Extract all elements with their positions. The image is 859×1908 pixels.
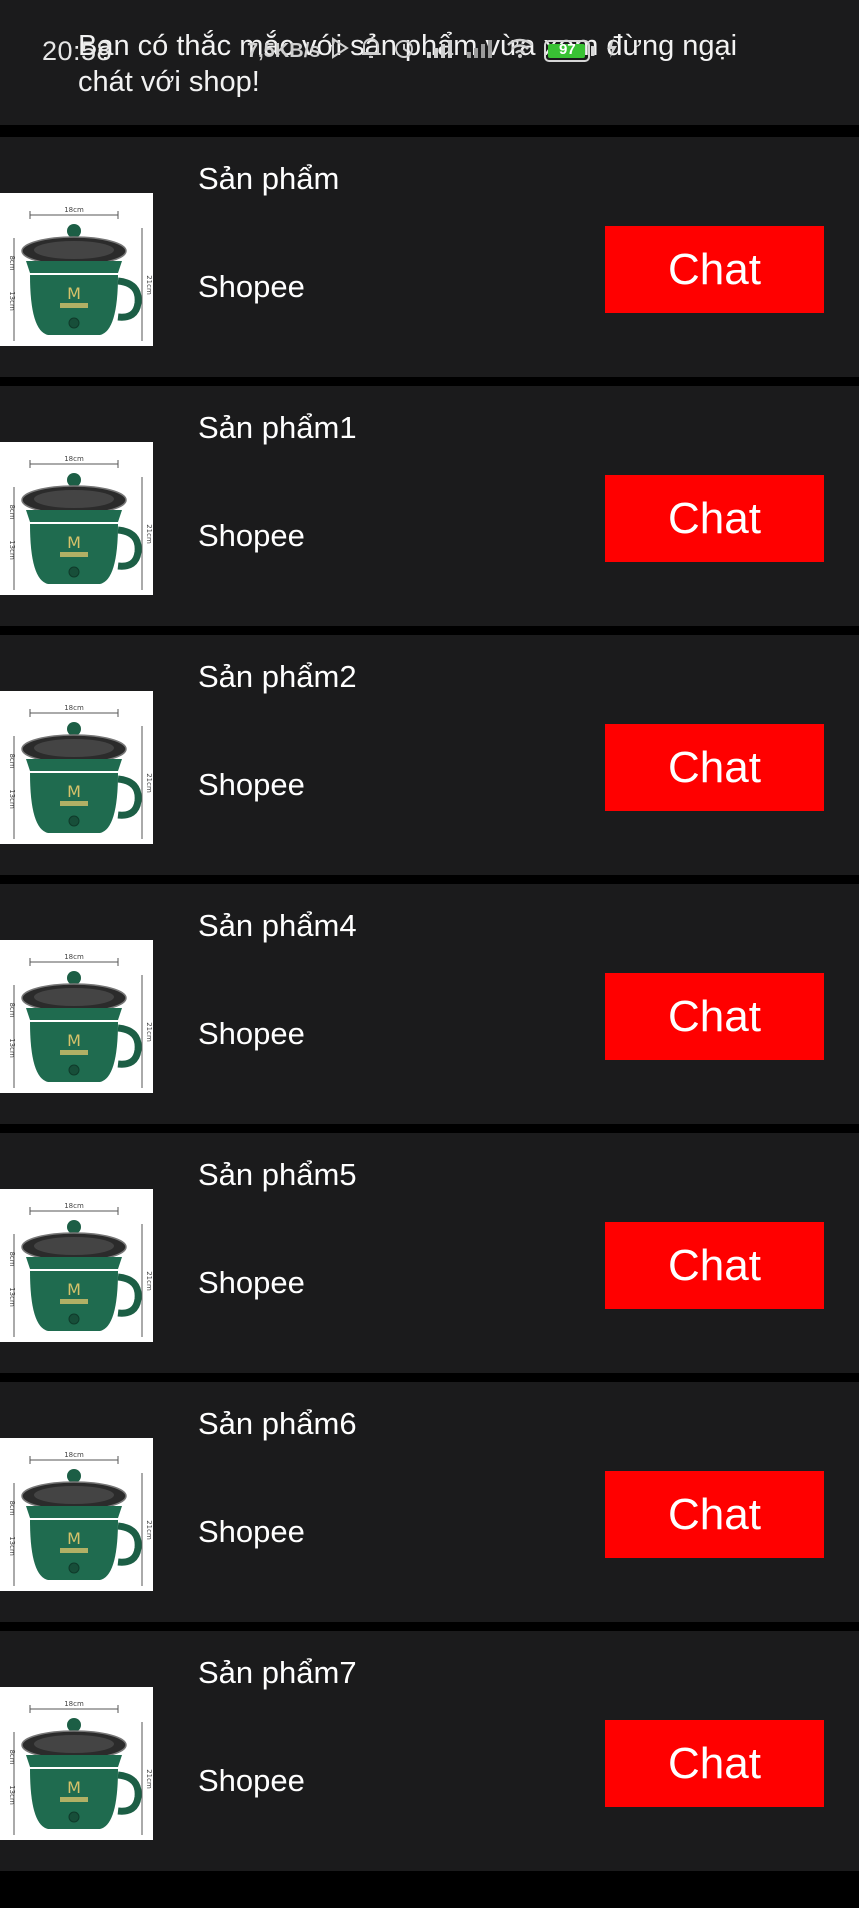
dim-left-bottom-label: 13cm: [8, 1536, 16, 1556]
chat-button[interactable]: Chat: [605, 475, 824, 562]
dim-top-label: 18cm: [64, 1202, 84, 1210]
product-card: 18cm 21cm 8cm 13cm M Sản phẩm7 Shopee Ch…: [0, 1631, 859, 1871]
dim-side-label: 21cm: [145, 773, 153, 793]
dim-top-label: 18cm: [64, 455, 84, 463]
dim-top-label: 18cm: [64, 953, 84, 961]
svg-text:M: M: [67, 1031, 81, 1050]
product-card: 18cm 21cm 8cm 13cm M Sản phẩm2 Shopee Ch…: [0, 635, 859, 875]
product-image: 18cm 21cm 8cm 13cm M: [0, 940, 153, 1093]
dim-left-bottom-label: 13cm: [8, 1287, 16, 1307]
product-card: 18cm 21cm 8cm 13cm M Sản phẩm Shopee Cha…: [0, 137, 859, 377]
svg-text:M: M: [67, 782, 81, 801]
chat-button[interactable]: Chat: [605, 724, 824, 811]
product-image: 18cm 21cm 8cm 13cm M: [0, 1438, 153, 1591]
shop-name: Shopee: [198, 269, 305, 304]
product-list: 18cm 21cm 8cm 13cm M Sản phẩm Shopee Cha…: [0, 137, 859, 1880]
dim-left-top-label: 8cm: [8, 1002, 16, 1017]
product-name: Sản phẩm: [198, 161, 340, 196]
product-name: Sản phẩm7: [198, 1655, 357, 1690]
chat-button[interactable]: Chat: [605, 1720, 824, 1807]
svg-text:M: M: [67, 533, 81, 552]
dim-left-top-label: 8cm: [8, 255, 16, 270]
product-card: 18cm 21cm 8cm 13cm M Sản phẩm5 Shopee Ch…: [0, 1133, 859, 1373]
header: Bạn có thắc mắc với sản phẩm vừa xem đừn…: [0, 0, 859, 125]
dim-side-label: 21cm: [145, 275, 153, 295]
svg-text:M: M: [67, 1778, 81, 1797]
product-card: 18cm 21cm 8cm 13cm M Sản phẩm6 Shopee Ch…: [0, 1382, 859, 1622]
shop-name: Shopee: [198, 1514, 305, 1549]
product-name: Sản phẩm5: [198, 1157, 357, 1192]
rice-cooker-icon: 18cm 21cm 8cm 13cm M: [8, 1451, 153, 1586]
svg-text:M: M: [67, 1529, 81, 1548]
dim-left-bottom-label: 13cm: [8, 1785, 16, 1805]
dim-top-label: 18cm: [64, 1451, 84, 1459]
dim-top-label: 18cm: [64, 704, 84, 712]
dim-side-label: 21cm: [145, 1271, 153, 1291]
rice-cooker-icon: 18cm 21cm 8cm 13cm M: [8, 1700, 153, 1835]
product-card: 18cm 21cm 8cm 13cm M Sản phẩm1 Shopee Ch…: [0, 386, 859, 626]
shop-name: Shopee: [198, 1016, 305, 1051]
dim-top-label: 18cm: [64, 1700, 84, 1708]
dim-side-label: 21cm: [145, 1022, 153, 1042]
product-image: 18cm 21cm 8cm 13cm M: [0, 691, 153, 844]
product-name: Sản phẩm6: [198, 1406, 357, 1441]
chat-button[interactable]: Chat: [605, 973, 824, 1060]
product-image: 18cm 21cm 8cm 13cm M: [0, 1687, 153, 1840]
dim-top-label: 18cm: [64, 206, 84, 214]
dim-side-label: 21cm: [145, 1520, 153, 1540]
dim-left-top-label: 8cm: [8, 1500, 16, 1515]
shop-name: Shopee: [198, 518, 305, 553]
rice-cooker-icon: 18cm 21cm 8cm 13cm M: [8, 206, 153, 341]
chat-button[interactable]: Chat: [605, 1471, 824, 1558]
product-name: Sản phẩm4: [198, 908, 357, 943]
chat-button[interactable]: Chat: [605, 1222, 824, 1309]
dim-left-top-label: 8cm: [8, 1251, 16, 1266]
dim-side-label: 21cm: [145, 1769, 153, 1789]
dim-left-top-label: 8cm: [8, 753, 16, 768]
dim-left-bottom-label: 13cm: [8, 1038, 16, 1058]
dim-left-top-label: 8cm: [8, 504, 16, 519]
dim-left-top-label: 8cm: [8, 1749, 16, 1764]
dim-left-bottom-label: 13cm: [8, 789, 16, 809]
product-name: Sản phẩm2: [198, 659, 357, 694]
svg-text:M: M: [67, 284, 81, 303]
chat-button[interactable]: Chat: [605, 226, 824, 313]
product-card: 18cm 21cm 8cm 13cm M Sản phẩm4 Shopee Ch…: [0, 884, 859, 1124]
shop-name: Shopee: [198, 1265, 305, 1300]
product-name: Sản phẩm1: [198, 410, 357, 445]
rice-cooker-icon: 18cm 21cm 8cm 13cm M: [8, 953, 153, 1088]
rice-cooker-icon: 18cm 21cm 8cm 13cm M: [8, 1202, 153, 1337]
dim-side-label: 21cm: [145, 524, 153, 544]
shop-name: Shopee: [198, 767, 305, 802]
dim-left-bottom-label: 13cm: [8, 291, 16, 311]
product-image: 18cm 21cm 8cm 13cm M: [0, 1189, 153, 1342]
rice-cooker-icon: 18cm 21cm 8cm 13cm M: [8, 704, 153, 839]
svg-text:M: M: [67, 1280, 81, 1299]
dim-left-bottom-label: 13cm: [8, 540, 16, 560]
shop-name: Shopee: [198, 1763, 305, 1798]
header-message: Bạn có thắc mắc với sản phẩm vừa xem đừn…: [78, 30, 738, 98]
product-image: 18cm 21cm 8cm 13cm M: [0, 442, 153, 595]
rice-cooker-icon: 18cm 21cm 8cm 13cm M: [8, 455, 153, 590]
product-image: 18cm 21cm 8cm 13cm M: [0, 193, 153, 346]
